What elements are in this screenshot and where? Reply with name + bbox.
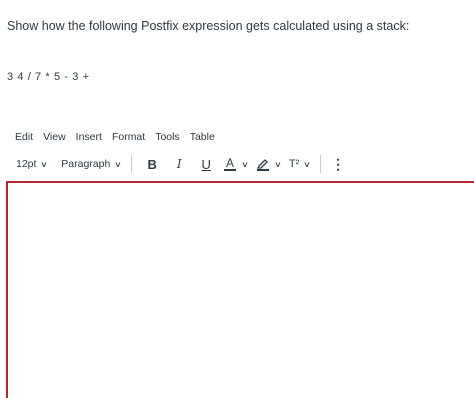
- assignment-page: Show how the following Postfix expressio…: [0, 0, 474, 398]
- bold-button[interactable]: B: [142, 157, 162, 172]
- highlight-color-button[interactable]: ∨: [256, 156, 282, 172]
- toolbar-divider: [320, 155, 322, 173]
- font-size-label: 12pt: [16, 158, 37, 170]
- svg-text:A: A: [226, 156, 234, 170]
- block-format-label: Paragraph: [61, 158, 111, 170]
- text-color-button[interactable]: A ∨: [223, 156, 249, 172]
- text-color-icon: A: [224, 156, 237, 171]
- editor-toolbar: 12pt ∨ Paragraph ∨ B I U A ∨ ∨ T² ∨ ⋮: [16, 153, 345, 175]
- menu-view[interactable]: View: [43, 131, 66, 143]
- editor-menubar: Edit View Insert Format Tools Table: [15, 131, 215, 143]
- italic-button[interactable]: I: [169, 157, 189, 171]
- chevron-down-icon: ∨: [274, 159, 282, 169]
- superscript-icon: T²: [288, 158, 300, 170]
- toolbar-divider: [131, 155, 133, 173]
- chevron-down-icon: ∨: [241, 159, 249, 169]
- font-size-dropdown[interactable]: 12pt ∨: [16, 158, 49, 170]
- block-format-dropdown[interactable]: Paragraph ∨: [61, 158, 123, 170]
- chevron-down-icon: ∨: [40, 159, 49, 169]
- chevron-down-icon: ∨: [303, 159, 312, 169]
- more-options-icon[interactable]: ⋮: [331, 157, 345, 171]
- highlighter-icon: [257, 159, 270, 171]
- superscript-button[interactable]: T² ∨: [288, 158, 312, 170]
- chevron-down-icon: ∨: [114, 159, 123, 169]
- menu-insert[interactable]: Insert: [76, 131, 102, 143]
- postfix-expression: 3 4 / 7 * 5 - 3 +: [7, 71, 90, 83]
- underline-button[interactable]: U: [196, 157, 216, 172]
- question-text: Show how the following Postfix expressio…: [7, 19, 410, 33]
- menu-table[interactable]: Table: [190, 131, 215, 143]
- menu-format[interactable]: Format: [112, 131, 145, 143]
- menu-tools[interactable]: Tools: [155, 131, 180, 143]
- rich-text-editor-area[interactable]: [6, 181, 474, 398]
- menu-edit[interactable]: Edit: [15, 131, 33, 143]
